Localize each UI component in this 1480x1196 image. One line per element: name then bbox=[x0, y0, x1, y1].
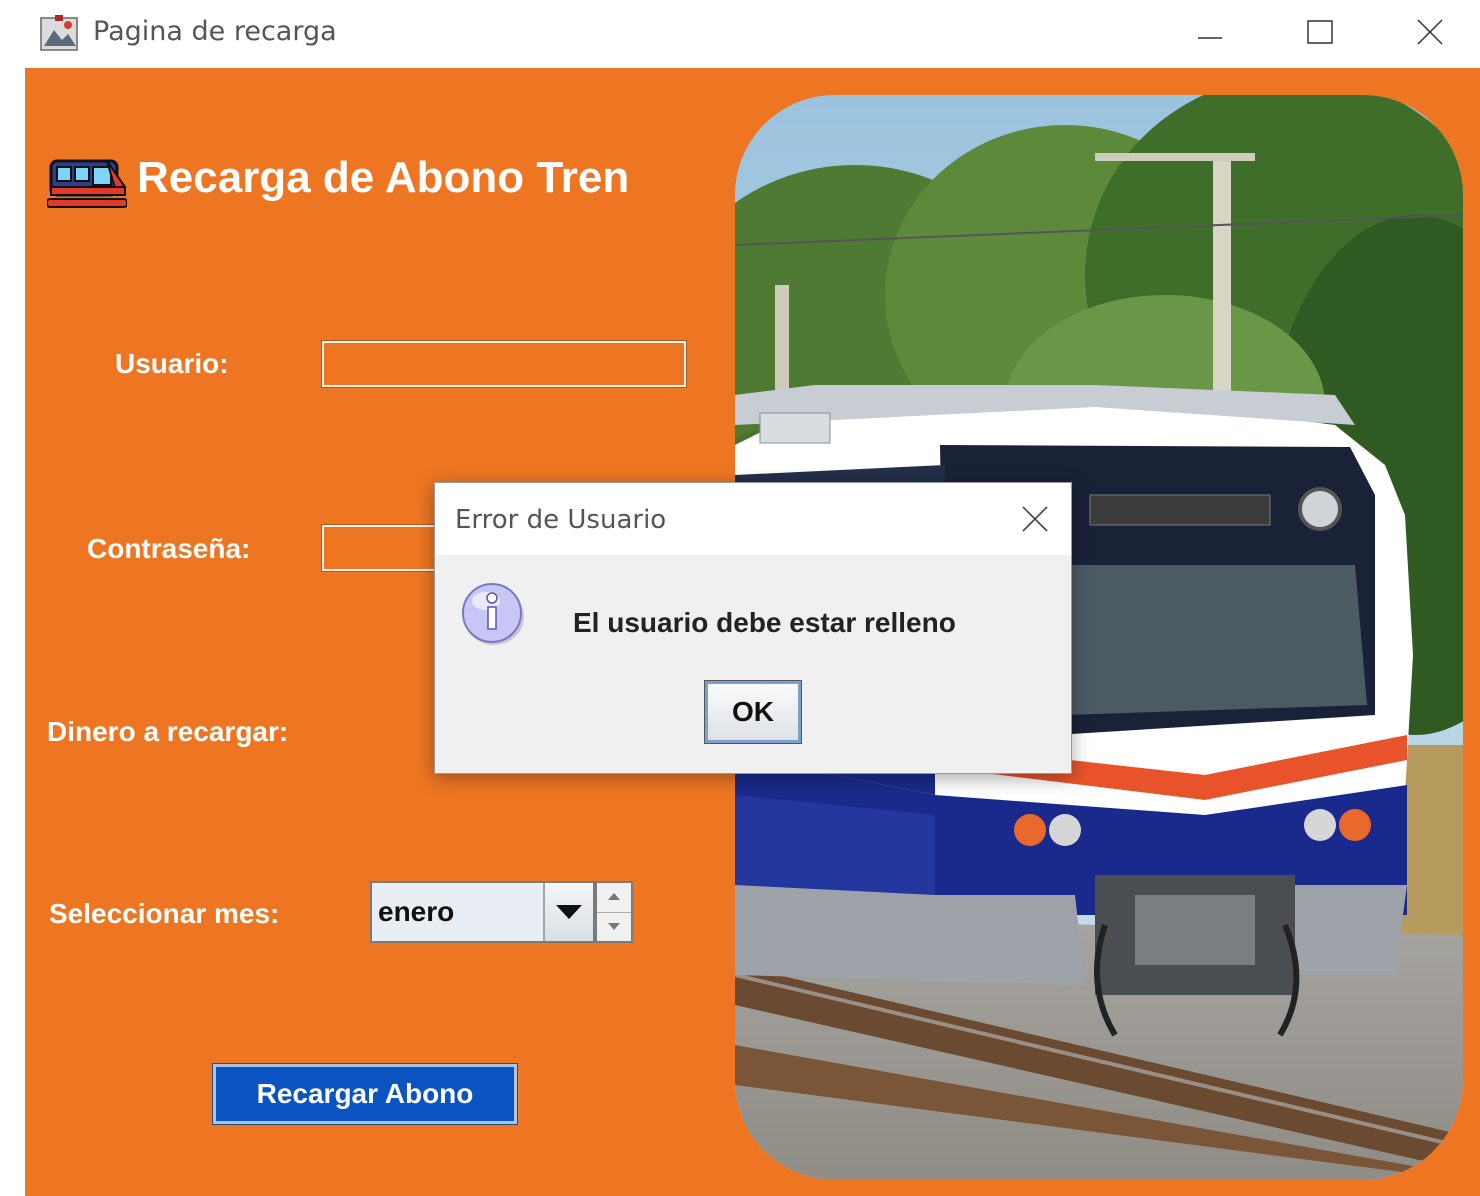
money-label: Dinero a recargar: bbox=[47, 716, 289, 747]
spinner-down-icon[interactable] bbox=[597, 913, 631, 942]
chevron-down-icon[interactable] bbox=[543, 883, 593, 941]
ok-button[interactable]: OK bbox=[704, 680, 802, 744]
dialog-title: Error de Usuario bbox=[455, 505, 667, 535]
error-dialog: Error de Usuario El usuario debe estar r… bbox=[434, 482, 1072, 774]
minimize-icon[interactable] bbox=[1180, 8, 1240, 58]
page-title: Recarga de Abono Tren bbox=[137, 153, 630, 202]
month-select-value: enero bbox=[378, 896, 455, 927]
recharge-button[interactable]: Recargar Abono bbox=[212, 1063, 518, 1125]
spinner-up-icon[interactable] bbox=[597, 883, 631, 913]
month-label: Seleccionar mes: bbox=[49, 898, 280, 929]
close-icon[interactable] bbox=[1400, 8, 1460, 58]
user-label: Usuario: bbox=[115, 348, 229, 379]
window-title: Pagina de recarga bbox=[93, 16, 337, 47]
month-select[interactable]: enero bbox=[370, 881, 595, 943]
user-input[interactable] bbox=[321, 340, 687, 388]
window-titlebar: Pagina de recarga bbox=[0, 0, 1480, 68]
dialog-titlebar: Error de Usuario bbox=[435, 483, 1071, 555]
maximize-icon[interactable] bbox=[1290, 8, 1350, 58]
train-icon bbox=[47, 159, 127, 208]
dialog-message: El usuario debe estar relleno bbox=[573, 607, 956, 638]
dialog-close-icon[interactable] bbox=[1009, 497, 1059, 541]
app-icon bbox=[40, 15, 78, 51]
password-label: Contraseña: bbox=[87, 533, 251, 564]
month-spinner[interactable] bbox=[595, 881, 633, 943]
info-icon bbox=[462, 583, 524, 645]
